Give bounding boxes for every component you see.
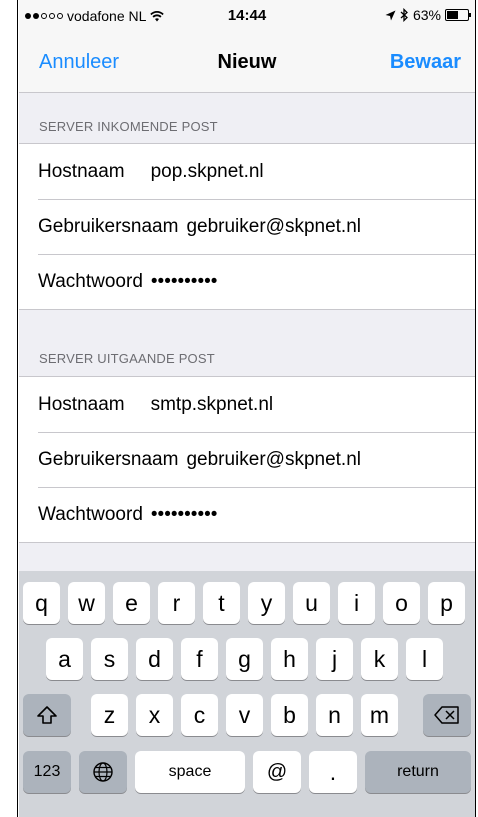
outgoing-hostname-field[interactable]: smtp.skpnet.nl	[151, 394, 274, 416]
save-button[interactable]: Bewaar	[390, 51, 461, 74]
location-arrow-icon	[385, 10, 396, 20]
key-j[interactable]: j	[316, 638, 353, 680]
delete-key[interactable]	[423, 694, 471, 736]
incoming-username-row[interactable]: Gebruikersnaam gebruiker@skpnet.nl	[19, 199, 475, 254]
key-p[interactable]: p	[428, 582, 465, 624]
incoming-hostname-field[interactable]: pop.skpnet.nl	[151, 161, 264, 183]
globe-icon	[93, 762, 113, 782]
outgoing-password-row[interactable]: Wachtwoord ••••••••••	[19, 487, 475, 542]
shift-key[interactable]	[23, 694, 71, 736]
backspace-icon	[434, 706, 459, 724]
key-r[interactable]: r	[158, 582, 195, 624]
key-e[interactable]: e	[113, 582, 150, 624]
incoming-password-row[interactable]: Wachtwoord ••••••••••	[19, 254, 475, 309]
phone-screen: vodafone NL 14:44 63% Nieuw Annuleer Bew…	[19, 0, 475, 817]
on-screen-keyboard: q w e r t y u i o p a s d f g h j k l z …	[19, 571, 475, 817]
key-n[interactable]: n	[316, 694, 353, 736]
outgoing-server-header: SERVER UITGAANDE POST	[39, 351, 215, 366]
incoming-hostname-label: Hostnaam	[38, 160, 125, 182]
outgoing-username-label: Gebruikersnaam	[38, 448, 179, 470]
at-key[interactable]: @	[253, 751, 301, 793]
key-f[interactable]: f	[181, 638, 218, 680]
frame-border-right	[475, 0, 476, 817]
key-k[interactable]: k	[361, 638, 398, 680]
incoming-password-field[interactable]: ••••••••••	[151, 271, 218, 293]
key-y[interactable]: y	[248, 582, 285, 624]
battery-percentage: 63%	[412, 7, 441, 23]
frame-border-left	[17, 0, 18, 817]
battery-icon	[445, 9, 471, 21]
key-u[interactable]: u	[293, 582, 330, 624]
status-right: 63%	[385, 7, 471, 23]
return-key[interactable]: return	[365, 751, 471, 793]
key-x[interactable]: x	[136, 694, 173, 736]
bluetooth-icon	[400, 8, 408, 22]
key-g[interactable]: g	[226, 638, 263, 680]
navigation-bar: vodafone NL 14:44 63% Nieuw Annuleer Bew…	[19, 0, 475, 93]
key-i[interactable]: i	[338, 582, 375, 624]
key-d[interactable]: d	[136, 638, 173, 680]
key-w[interactable]: w	[68, 582, 105, 624]
incoming-password-label: Wachtwoord	[38, 270, 143, 292]
key-h[interactable]: h	[271, 638, 308, 680]
outgoing-username-row[interactable]: Gebruikersnaam gebruiker@skpnet.nl	[19, 432, 475, 487]
outgoing-server-group: Hostnaam smtp.skpnet.nl Gebruikersnaam g…	[19, 376, 475, 543]
shift-icon	[37, 706, 57, 724]
space-key[interactable]: space	[135, 751, 245, 793]
nav-header: Nieuw Annuleer Bewaar	[19, 40, 475, 84]
key-o[interactable]: o	[383, 582, 420, 624]
key-b[interactable]: b	[271, 694, 308, 736]
outgoing-password-field[interactable]: ••••••••••	[151, 504, 218, 526]
key-t[interactable]: t	[203, 582, 240, 624]
key-c[interactable]: c	[181, 694, 218, 736]
key-q[interactable]: q	[23, 582, 60, 624]
globe-key[interactable]	[79, 751, 127, 793]
incoming-server-header: SERVER INKOMENDE POST	[39, 119, 218, 134]
period-key[interactable]: .	[309, 751, 357, 793]
cancel-button[interactable]: Annuleer	[39, 51, 119, 74]
outgoing-hostname-label: Hostnaam	[38, 393, 125, 415]
status-bar: vodafone NL 14:44 63%	[19, 0, 475, 30]
key-a[interactable]: a	[46, 638, 83, 680]
key-v[interactable]: v	[226, 694, 263, 736]
key-z[interactable]: z	[91, 694, 128, 736]
outgoing-hostname-row[interactable]: Hostnaam smtp.skpnet.nl	[19, 377, 475, 432]
incoming-server-group: Hostnaam pop.skpnet.nl Gebruikersnaam ge…	[19, 143, 475, 310]
incoming-username-field[interactable]: gebruiker@skpnet.nl	[186, 216, 361, 238]
incoming-username-label: Gebruikersnaam	[38, 215, 179, 237]
numbers-key[interactable]: 123	[23, 751, 71, 793]
key-l[interactable]: l	[406, 638, 443, 680]
outgoing-username-field[interactable]: gebruiker@skpnet.nl	[186, 449, 361, 471]
incoming-hostname-row[interactable]: Hostnaam pop.skpnet.nl	[19, 144, 475, 199]
outgoing-password-label: Wachtwoord	[38, 503, 143, 525]
key-m[interactable]: m	[361, 694, 398, 736]
key-s[interactable]: s	[91, 638, 128, 680]
